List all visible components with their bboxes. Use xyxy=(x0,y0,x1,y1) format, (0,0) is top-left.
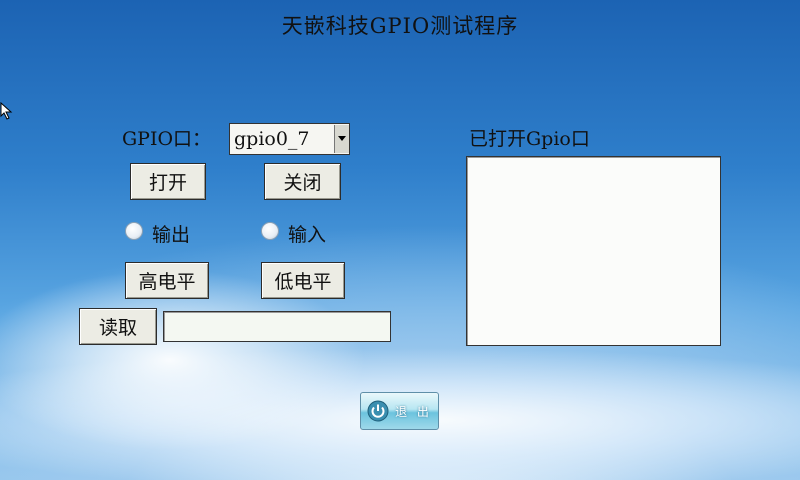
exit-button-label: 退 出 xyxy=(395,404,432,419)
power-icon xyxy=(367,400,389,422)
dropdown-arrow-icon[interactable] xyxy=(334,125,349,153)
mouse-cursor-icon xyxy=(0,102,13,120)
output-radio-label: 输出 xyxy=(152,224,191,246)
output-radio[interactable] xyxy=(125,222,143,240)
open-button[interactable]: 打开 xyxy=(130,163,206,200)
gpio-port-selected-value: gpio0_7 xyxy=(234,128,310,150)
opened-ports-list[interactable] xyxy=(466,156,721,346)
high-level-button[interactable]: 高电平 xyxy=(125,262,209,299)
page-title: 天嵌科技GPIO测试程序 xyxy=(281,14,519,38)
gpio-port-select[interactable]: gpio0_7 xyxy=(229,123,350,155)
read-value-text xyxy=(164,316,168,336)
gpio-port-label: GPIO口： xyxy=(122,128,212,150)
input-radio-label: 输入 xyxy=(288,224,327,246)
exit-button[interactable]: 退 出 xyxy=(360,392,439,430)
low-level-button[interactable]: 低电平 xyxy=(261,262,345,299)
input-radio[interactable] xyxy=(261,222,279,240)
read-value-field[interactable] xyxy=(163,311,391,342)
opened-ports-label: 已打开Gpio口 xyxy=(469,128,590,150)
close-button[interactable]: 关闭 xyxy=(264,163,341,200)
read-button[interactable]: 读取 xyxy=(79,308,157,345)
